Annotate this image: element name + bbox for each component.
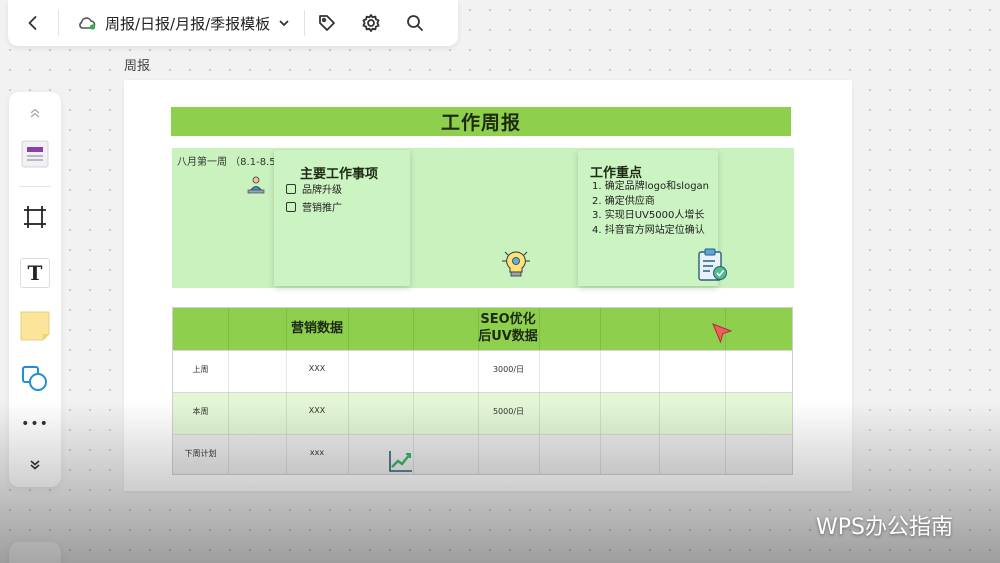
cursor-arrow-icon — [712, 323, 733, 344]
focus-item: 3. 实现日UV5000人增长 — [592, 210, 705, 221]
cell-seo-uv: 5000/日 — [492, 407, 525, 416]
focus-list: 1. 确定品牌logo和slogan 2. 确定供应商 3. 实现日UV5000… — [592, 180, 709, 238]
lightbulb-gear-icon[interactable] — [498, 247, 534, 283]
header-seo-line1: SEO优化 — [480, 312, 536, 327]
focus-title: 工作重点 — [590, 166, 643, 181]
chevrons-down-icon — [30, 460, 40, 470]
chevrons-up-icon — [30, 108, 40, 118]
shapes-icon — [22, 366, 47, 391]
document-title: 周报/日报/月报/季报模板 — [105, 14, 271, 33]
column-divider — [600, 308, 601, 474]
column-divider — [348, 308, 349, 474]
collapse-up-button[interactable] — [9, 106, 61, 120]
main-tasks-title: 主要工作事项 — [300, 167, 379, 182]
more-icon: ••• — [21, 416, 49, 432]
row-label-last-week: 上周 — [192, 365, 209, 374]
gear-icon — [362, 14, 380, 32]
watermark-text: WPS办公指南 — [816, 515, 953, 540]
cloud-icon — [79, 17, 96, 30]
search-icon — [407, 15, 424, 31]
more-tools-button[interactable]: ••• — [9, 416, 61, 432]
template-tool[interactable] — [9, 138, 61, 170]
cell-marketing: XXX — [308, 406, 326, 415]
growth-chart-icon[interactable] — [388, 449, 414, 473]
cell-seo-uv: 3000/日 — [492, 365, 525, 374]
column-divider — [228, 308, 229, 474]
settings-button[interactable] — [349, 0, 393, 46]
table-row[interactable] — [173, 434, 792, 474]
focus-item: 4. 抖音官方网站定位确认 — [592, 224, 705, 236]
task-item[interactable]: 营销推广 — [286, 199, 342, 214]
sticky-note-tool[interactable] — [9, 310, 61, 342]
top-toolbar: 周报/日报/月报/季报模板 — [8, 0, 458, 46]
sticky-note-main-tasks[interactable]: 主要工作事项 品牌升级 营销推广 — [274, 150, 410, 286]
header-seo-uv: SEO优化 后UV数据 — [458, 311, 558, 345]
sticky-note-icon — [20, 311, 50, 341]
clipboard-check-icon[interactable] — [694, 247, 730, 283]
toolbar-divider — [19, 186, 51, 187]
header-seo-line2: 后UV数据 — [478, 329, 538, 344]
document-title-dropdown[interactable]: 周报/日报/月报/季报模板 — [59, 0, 304, 46]
checkbox[interactable] — [286, 201, 296, 212]
text-tool[interactable]: T — [9, 258, 61, 288]
report-title[interactable]: 工作周报 — [171, 107, 791, 136]
task-item[interactable]: 品牌升级 — [286, 181, 342, 196]
template-icon — [21, 140, 49, 168]
focus-item: 1. 确定品牌logo和slogan — [592, 181, 710, 192]
focus-item: 2. 确定供应商 — [592, 195, 655, 207]
frame-icon — [24, 206, 46, 228]
checkbox[interactable] — [286, 183, 296, 194]
tag-icon — [319, 15, 336, 31]
back-button[interactable] — [8, 0, 58, 46]
column-divider — [659, 308, 660, 474]
task-label: 品牌升级 — [302, 185, 342, 196]
back-icon — [28, 16, 37, 30]
marketing-table[interactable]: 营销数据 SEO优化 后UV数据 上周 XXX 3000/日 本周 XXX 50… — [172, 307, 793, 475]
expand-down-button[interactable] — [9, 458, 61, 472]
header-marketing-data: 营销数据 — [290, 321, 343, 336]
row-label-this-week: 本周 — [192, 407, 209, 416]
chevron-down-icon — [279, 20, 289, 26]
shapes-tool[interactable] — [9, 364, 61, 394]
search-button[interactable] — [393, 0, 437, 46]
board-label: 周报 — [124, 59, 151, 74]
text-icon: T — [20, 258, 50, 288]
cell-marketing: xxx — [309, 448, 325, 457]
minimap-button[interactable] — [9, 542, 61, 563]
cell-marketing: XXX — [308, 364, 326, 373]
week-label[interactable]: 八月第一周 （8.1-8.5） — [177, 153, 286, 168]
task-label: 营销推广 — [302, 203, 342, 214]
frame-tool[interactable] — [9, 204, 61, 230]
left-toolbar: T ••• — [9, 92, 61, 487]
tag-button[interactable] — [305, 0, 349, 46]
person-at-desk-icon[interactable] — [246, 176, 266, 194]
row-label-next-week-plan: 下周计划 — [184, 449, 217, 458]
